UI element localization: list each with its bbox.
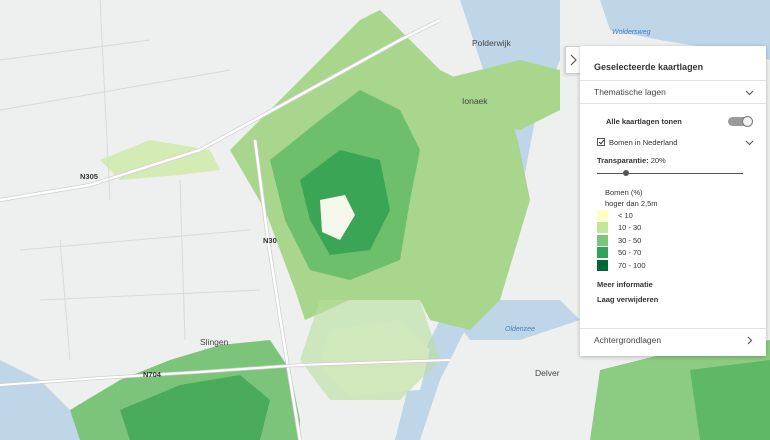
legend-item: 50 - 70 — [597, 247, 766, 260]
map-label-polderwijk: Polderwijk — [472, 38, 511, 48]
legend-item: 10 - 30 — [597, 222, 766, 235]
legend: Bomen (%) hoger dan 2,5m < 10 10 - 30 30 -… — [597, 187, 766, 272]
legend-label: < 10 — [618, 210, 633, 220]
background-layers-label: Achtergrondlagen — [594, 335, 662, 345]
chevron-right-icon — [747, 336, 753, 344]
background-layers-header[interactable]: Achtergrondlagen — [580, 328, 766, 351]
layer-row-bomen: Bomen in Nederland — [580, 134, 766, 150]
map-label-n305: N305 — [80, 172, 98, 181]
legend-swatch — [597, 209, 608, 221]
legend-label: 10 - 30 — [618, 223, 642, 233]
chevron-down-icon[interactable] — [745, 138, 754, 147]
legend-swatch — [597, 234, 608, 246]
chevron-down-icon — [745, 90, 754, 95]
layers-panel: Geselecteerde kaartlagen Thematische lag… — [580, 46, 766, 356]
thematic-layers-label: Thematische lagen — [594, 87, 666, 97]
legend-swatch — [597, 222, 608, 234]
legend-item: < 10 — [597, 209, 766, 222]
layer-checkbox[interactable] — [597, 138, 605, 146]
legend-item: 30 - 50 — [597, 234, 766, 247]
collapse-panel-button[interactable] — [565, 46, 580, 74]
map-label-oldenzee: Oldenzee — [505, 326, 535, 333]
legend-label: 50 - 70 — [618, 248, 642, 258]
map-label-n704: N704 — [143, 370, 161, 379]
map-label-delver: Delver — [535, 368, 560, 378]
transparency-row: Transparantie: 20% — [580, 154, 766, 166]
panel-title: Geselecteerde kaartlagen — [594, 62, 704, 72]
map-label-ionaek: Ionaek — [462, 96, 488, 106]
map-label-woldersweg: Woldersweg — [612, 29, 651, 36]
transparency-slider[interactable] — [597, 169, 743, 177]
remove-layer-link[interactable]: Laag verwijderen — [580, 295, 766, 309]
transparency-slider-thumb[interactable] — [623, 170, 630, 176]
chevron-right-icon — [570, 54, 577, 66]
map-label-n30x: N30 — [263, 236, 277, 245]
legend-label: 30 - 50 — [618, 235, 642, 245]
show-all-layers-toggle[interactable] — [728, 115, 753, 127]
legend-subtitle: hoger dan 2,5m — [605, 199, 658, 208]
map-label-slingen: Slingen — [200, 337, 229, 347]
legend-item: 70 - 100 — [597, 259, 766, 272]
legend-swatch — [597, 247, 608, 259]
transparency-label: Transparantie: — [597, 155, 649, 165]
show-all-layers-row: Alle kaartlagen tonen — [580, 112, 766, 130]
legend-title: Bomen (%) — [605, 188, 643, 197]
layer-name: Bomen in Nederland — [609, 137, 678, 147]
thematic-layers-header[interactable]: Thematische lagen — [580, 80, 766, 104]
legend-label: 70 - 100 — [618, 260, 646, 270]
show-all-layers-label: Alle kaartlagen tonen — [606, 116, 682, 126]
legend-swatch — [597, 259, 608, 271]
transparency-value: 20% — [650, 155, 666, 165]
more-info-link[interactable]: Meer informatie — [580, 280, 766, 294]
